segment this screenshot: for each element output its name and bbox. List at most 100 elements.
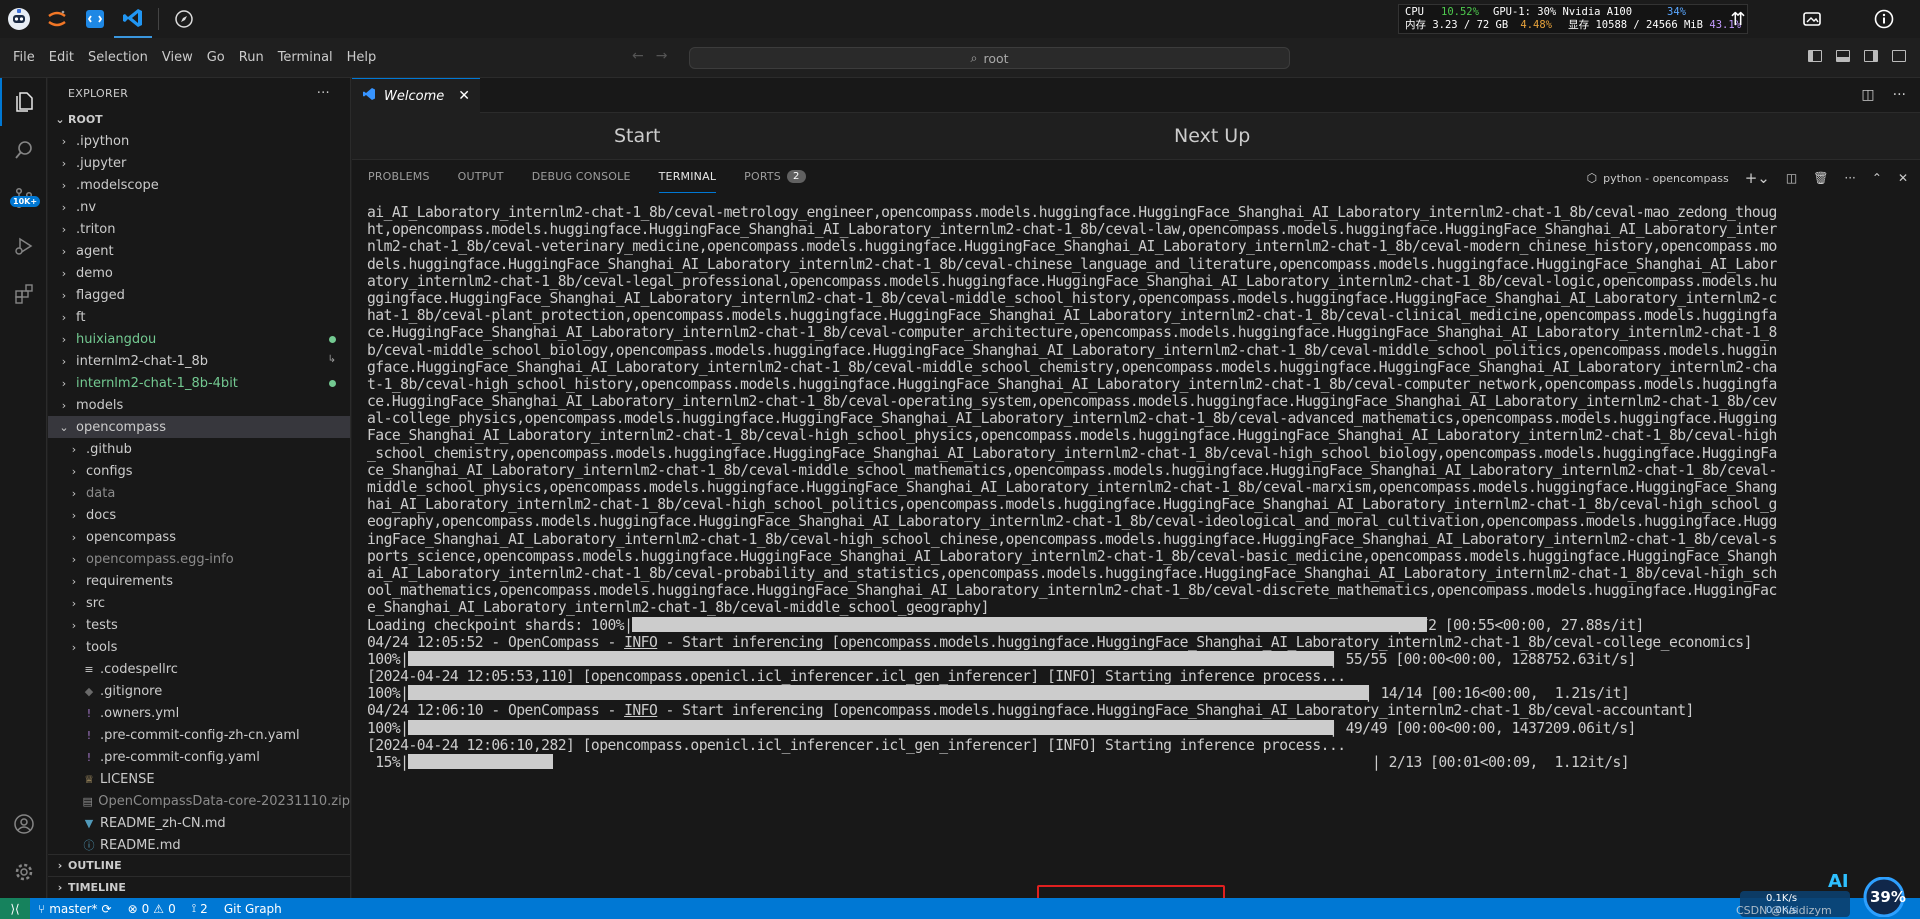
terminal-line: hat-1_8b/ceval-plant_protection,opencomp… <box>367 307 1777 325</box>
menu-help[interactable]: Help <box>340 50 384 65</box>
menu-view[interactable]: View <box>155 50 200 65</box>
tree-folder-agent[interactable]: › agent <box>48 240 350 262</box>
terminal-output[interactable]: ai_AI_Laboratory_internlm2-chat-1_8b/cev… <box>367 204 1907 771</box>
tree-folder-requirements[interactable]: › requirements <box>48 570 350 592</box>
tab-welcome[interactable]: Welcome ✕ <box>352 78 480 113</box>
more-actions-icon[interactable]: ··· <box>1844 171 1855 185</box>
close-panel-icon[interactable]: ✕ <box>1898 171 1908 185</box>
problems-indicator[interactable]: ⊗ 0 ⚠ 0 <box>120 902 184 916</box>
tree-folder-huixiangdou[interactable]: › huixiangdou <box>48 328 350 350</box>
panel-tab-debug-console[interactable]: DEBUG CONSOLE <box>532 160 631 193</box>
explorer-root-label: ROOT <box>68 112 103 126</box>
jupyter-icon[interactable] <box>38 0 76 38</box>
tree-file-pre-commit-config-zh-cn-yaml[interactable]: ! .pre-commit-config-zh-cn.yaml <box>48 724 350 746</box>
vscode-icon[interactable] <box>114 0 152 38</box>
menu-file[interactable]: File <box>6 50 42 65</box>
welcome-next-heading: Next Up <box>1174 125 1251 147</box>
fork-icon[interactable]: ⇈ <box>1716 0 1760 38</box>
tree-folder-opencompass[interactable]: ⌄ opencompass <box>48 416 350 438</box>
tree-file-readme-md[interactable]: ⓘ README.md <box>48 834 350 856</box>
file-type-icon: ◆ <box>84 684 94 698</box>
terminal-instance-name[interactable]: python - opencompass <box>1603 172 1729 185</box>
outline-section[interactable]: › OUTLINE <box>48 854 351 876</box>
git-branch[interactable]: ⑂ master* ⟳ <box>30 902 120 916</box>
tree-folder-src[interactable]: › src <box>48 592 350 614</box>
tree-folder-data[interactable]: › data <box>48 482 350 504</box>
git-graph[interactable]: Git Graph <box>216 902 290 916</box>
chevron-right-icon: › <box>61 398 67 412</box>
tree-folder-tests[interactable]: › tests <box>48 614 350 636</box>
panel-tab-output[interactable]: OUTPUT <box>458 160 504 193</box>
toggle-sidebar-icon[interactable] <box>1808 50 1822 62</box>
info-icon[interactable] <box>1862 0 1906 38</box>
command-center[interactable]: ⌕ root <box>689 47 1290 69</box>
file-type-icon: ▼ <box>84 816 94 830</box>
tree-folder-models[interactable]: › models <box>48 394 350 416</box>
tree-folder-github[interactable]: › .github <box>48 438 350 460</box>
new-terminal-icon[interactable]: +⌄ <box>1745 169 1770 187</box>
chevron-right-icon: › <box>57 859 63 872</box>
settings-gear-icon[interactable] <box>0 848 47 896</box>
ports-indicator[interactable]: ⟟ 2 <box>184 901 216 916</box>
file-tree: › .ipython › .jupyter › .modelscope › .nv › .trit… <box>48 130 350 856</box>
tree-file-pre-commit-config-yaml[interactable]: ! .pre-commit-config.yaml <box>48 746 350 768</box>
menu-run[interactable]: Run <box>232 50 271 65</box>
more-actions-icon[interactable]: ··· <box>1893 87 1906 103</box>
tree-folder-internlm2-chat-1-8b-4bit[interactable]: › internlm2-chat-1_8b-4bit <box>48 372 350 394</box>
tree-folder-jupyter[interactable]: › .jupyter <box>48 152 350 174</box>
explorer-icon[interactable] <box>0 78 47 126</box>
tree-folder-modelscope[interactable]: › .modelscope <box>48 174 350 196</box>
nav-arrows[interactable]: ←→ <box>632 48 679 64</box>
account-icon[interactable] <box>0 800 47 848</box>
toggle-panel-icon[interactable] <box>1836 50 1850 62</box>
screenshot-icon[interactable] <box>1790 0 1834 38</box>
tree-file-opencompassdata-core-20231110-zip[interactable]: ▤ OpenCompassData-core-20231110.zip <box>48 790 350 812</box>
chevron-down-icon: ⌄ <box>55 112 65 126</box>
vscode-blue-icon[interactable] <box>76 0 114 38</box>
tree-folder-nv[interactable]: › .nv <box>48 196 350 218</box>
tree-item-label: .nv <box>76 199 97 215</box>
maximize-panel-icon[interactable]: ⌃ <box>1872 171 1882 185</box>
compass-icon[interactable] <box>165 0 203 38</box>
remote-indicator-icon[interactable]: ⟩⟨ <box>0 898 30 919</box>
timeline-section[interactable]: › TIMELINE <box>48 876 351 898</box>
panel-tab-problems[interactable]: PROBLEMS <box>368 160 430 193</box>
menu-go[interactable]: Go <box>200 50 232 65</box>
tree-folder-opencompass[interactable]: › opencompass <box>48 526 350 548</box>
extensions-icon[interactable] <box>0 270 47 318</box>
tree-folder-flagged[interactable]: › flagged <box>48 284 350 306</box>
tree-folder-tools[interactable]: › tools <box>48 636 350 658</box>
tree-folder-opencompass-egg-info[interactable]: › opencompass.egg-info <box>48 548 350 570</box>
ai-assistant-icon[interactable] <box>0 0 38 38</box>
tree-folder-ipython[interactable]: › .ipython <box>48 130 350 152</box>
tree-folder-internlm2-chat-1-8b[interactable]: › internlm2-chat-1_8b ↳ <box>48 350 350 372</box>
explorer-more-icon[interactable]: ··· <box>317 86 330 101</box>
ai-badge: AI <box>1828 871 1849 892</box>
tree-file-license[interactable]: ♕ LICENSE <box>48 768 350 790</box>
toggle-secondary-sidebar-icon[interactable] <box>1864 50 1878 62</box>
tree-folder-docs[interactable]: › docs <box>48 504 350 526</box>
tree-folder-demo[interactable]: › demo <box>48 262 350 284</box>
panel-tab-ports[interactable]: PORTS 2 <box>744 160 806 193</box>
split-terminal-icon[interactable]: ◫ <box>1786 171 1797 185</box>
menu-selection[interactable]: Selection <box>81 50 155 65</box>
kill-terminal-icon[interactable]: 🗑 <box>1813 171 1828 185</box>
menu-terminal[interactable]: Terminal <box>271 50 340 65</box>
tree-file-codespellrc[interactable]: ≡ .codespellrc <box>48 658 350 680</box>
run-debug-icon[interactable] <box>0 222 47 270</box>
split-editor-icon[interactable]: ◫ <box>1861 87 1874 103</box>
tree-item-label: .triton <box>76 221 116 237</box>
tree-file-readme-zh-cn-md[interactable]: ▼ README_zh-CN.md <box>48 812 350 834</box>
explorer-root[interactable]: ⌄ ROOT <box>48 108 350 130</box>
search-icon[interactable] <box>0 126 47 174</box>
tree-file-gitignore[interactable]: ◆ .gitignore <box>48 680 350 702</box>
tree-folder-ft[interactable]: › ft <box>48 306 350 328</box>
menu-edit[interactable]: Edit <box>42 50 81 65</box>
tree-folder-triton[interactable]: › .triton <box>48 218 350 240</box>
close-icon[interactable]: ✕ <box>458 88 470 104</box>
tree-folder-configs[interactable]: › configs <box>48 460 350 482</box>
tree-item-label: opencompass <box>76 419 166 435</box>
customize-layout-icon[interactable] <box>1892 50 1906 62</box>
panel-tab-terminal[interactable]: TERMINAL <box>658 160 717 193</box>
tree-file-owners-yml[interactable]: ! .owners.yml <box>48 702 350 724</box>
